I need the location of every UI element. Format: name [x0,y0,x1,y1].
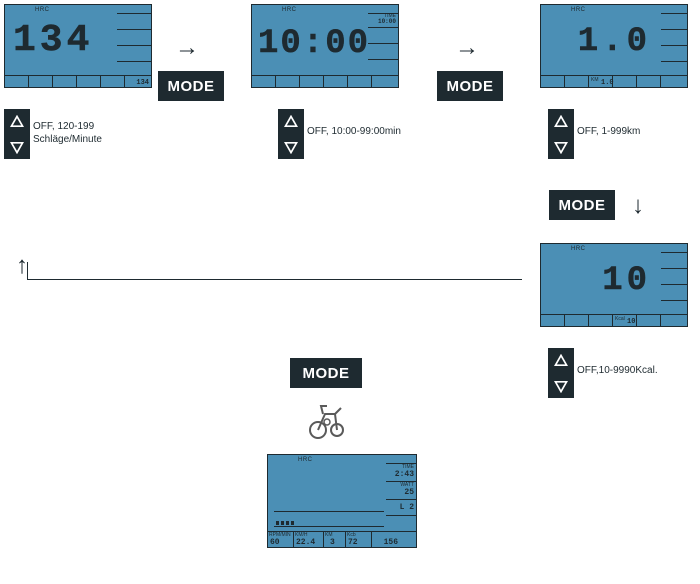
mode-button[interactable]: MODE [158,71,224,101]
desc-hrc-line1: OFF, 120-199 [33,121,94,132]
lcd-footer: RPM/MIN 60 KM/H 22.4 KM 3 Kcb 72 156 [268,531,416,547]
down-triangle-icon [554,140,568,154]
kcb-val: 72 [348,538,358,547]
hrc-label: HRC [35,7,50,13]
run-level: L 2 [400,503,414,512]
lcd-footer: Kcal 10 [541,314,687,326]
down-triangle-icon [10,140,24,154]
run-watt-val: 25 [404,488,414,497]
desc-hrc: OFF, 120-199 Schläge/Minute [33,120,102,146]
arrow-down-icon: ↓ [632,192,644,220]
up-down-buttons[interactable] [548,348,574,398]
up-down-buttons[interactable] [4,109,30,159]
flow-line [27,262,28,279]
hrc-value: 134 [13,19,93,62]
hrc-label: HRC [298,457,313,463]
lcd-screen-time: HRC 10:00 TIME 10:00 [251,4,399,88]
time-value: 10:00 [258,25,370,63]
exercise-bike-icon [305,400,349,440]
up-down-buttons[interactable] [548,109,574,159]
km-value: 1.0 [578,23,651,61]
up-triangle-icon [10,115,24,129]
mode-button[interactable]: MODE [549,190,615,220]
lcd-screen-run: HRC TIME 2:43 WATT 25 L 2 RPM/MIN 60 KM/… [267,454,417,548]
desc-time: OFF, 10:00-99:00min [307,125,401,138]
mode-button[interactable]: MODE [437,71,503,101]
desc-km: OFF, 1-999km [577,125,640,138]
up-triangle-icon [554,354,568,368]
down-triangle-icon [284,140,298,154]
lcd-grid [117,13,151,75]
rpm-val: 60 [270,538,280,547]
run-bargraph [274,511,384,527]
hrc-label: HRC [571,7,586,13]
lcd-side-panel: TIME 2:43 WATT 25 L 2 [386,463,416,531]
kmh-val: 22.4 [296,538,315,547]
desc-hrc-line2: Schläge/Minute [33,134,102,145]
hrc-small: 134 [136,79,149,87]
up-triangle-icon [554,115,568,129]
arrow-right-icon: → [455,34,479,62]
hr-val: 156 [384,538,398,547]
flow-line [27,279,522,280]
arrow-right-icon: → [175,34,199,62]
lcd-footer: 134 [5,75,151,87]
lcd-grid [661,13,687,75]
lcd-screen-hrc: HRC 134 134 [4,4,152,88]
mode-button[interactable]: MODE [290,358,362,388]
up-down-buttons[interactable] [278,109,304,159]
run-time-val: 2:43 [395,470,414,479]
lcd-grid [661,252,687,314]
kcal-value: 10 [602,262,651,300]
run-km-val: 3 [330,538,335,547]
time-side-val: 10:00 [378,18,396,25]
down-triangle-icon [554,379,568,393]
up-triangle-icon [284,115,298,129]
desc-kcal: OFF,10-9990Kcal. [577,364,658,377]
lcd-footer: KM 1.0 [541,75,687,87]
lcd-grid: TIME 10:00 [368,13,398,75]
lcd-screen-km: HRC 1.0 KM 1.0 [540,4,688,88]
hrc-label: HRC [282,7,297,13]
lcd-footer [252,75,398,87]
hrc-label: HRC [571,246,586,252]
lcd-screen-kcal: HRC 10 Kcal 10 [540,243,688,327]
